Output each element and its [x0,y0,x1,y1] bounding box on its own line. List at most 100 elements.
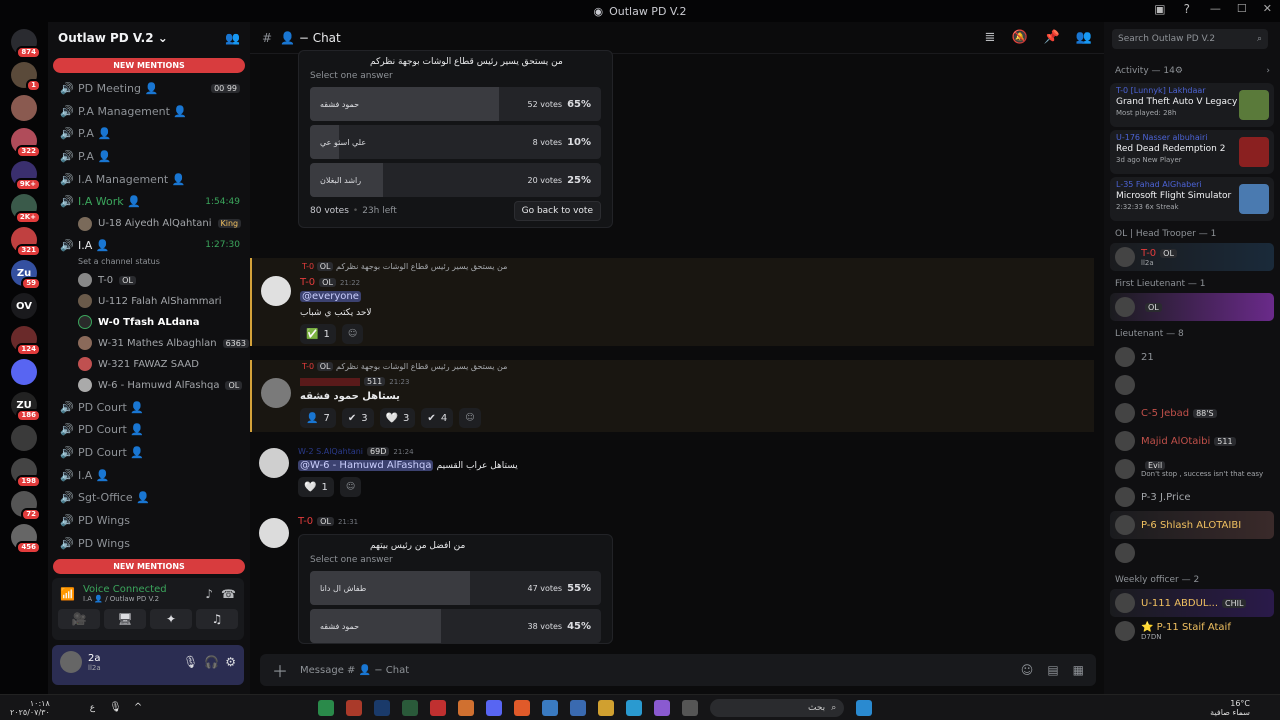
app-icon[interactable] [346,699,363,716]
reply-preview[interactable]: T-0 OL من يستحق يسير رئيس قطاع الوشات بو… [302,362,507,371]
voice-user[interactable]: W-6 - Hamuwd AlFashqa OL [48,375,250,396]
mic-tray-icon[interactable]: 🎙 [109,702,122,713]
language-indicator[interactable]: ع [90,703,95,713]
reaction[interactable]: ✔ 4 [421,408,454,428]
member-item[interactable]: ⭐ P-11 Staif Ataif D7DN [1104,617,1280,645]
poll-answer[interactable]: راشد البغلان 20 votes 25% [310,163,601,197]
voice-user[interactable]: W-0 Tfash ALdana [48,312,250,333]
guild-header[interactable]: Outlaw PD V.2 ⌄ 👥 [48,22,250,54]
member-item[interactable]: C-5 Jebad 88'S [1104,399,1280,427]
voice-user[interactable]: W-31 Mathes Albaghlan 6363 [48,333,250,354]
message-author[interactable]: W-2 S.AlQahtani 69D 21:24 [298,447,414,456]
start-icon[interactable] [856,699,873,716]
add-member-icon[interactable]: 👥 [225,31,240,45]
avatar[interactable] [261,378,291,408]
channel-item[interactable]: 🔊 P.A Management 👤 [48,100,250,123]
member-item[interactable]: 21 [1104,343,1280,371]
server-icon[interactable]: ZU 186 [11,392,41,422]
voice-user[interactable]: U-18 Aiyedh AlQahtani King [48,213,250,234]
channel-item[interactable]: 🔊 P.A 👤 [48,122,250,145]
reaction[interactable]: 👤 7 [300,408,336,428]
channel-item[interactable]: 🔊 PD Wings [48,532,250,555]
server-icon[interactable]: 1 [11,62,41,92]
activity-card[interactable]: L-35 Fahad AlGhaberi Microsoft Flight Sim… [1110,177,1274,221]
add-reaction-button[interactable]: ☺ [341,324,364,344]
voice-user[interactable]: W-321 FAWAZ SAAD [48,354,250,375]
message-input[interactable]: Message # 👤 − Chat [300,665,409,676]
server-icon[interactable]: 874 [11,29,41,59]
server-icon[interactable]: OV [11,293,37,319]
message[interactable]: T-0 OL من يستحق يسير رئيس قطاع الوشات بو… [250,258,1094,346]
server-icon[interactable]: 321 [11,227,41,257]
taskbar-search[interactable]: بحث ⌕ [710,698,845,717]
inbox-icon[interactable]: ▣ [1154,2,1165,16]
edge-icon[interactable] [626,699,643,716]
app-icon[interactable] [458,699,475,716]
add-reaction-button[interactable]: ☺ [459,408,481,428]
avatar[interactable] [261,276,291,306]
member-item[interactable] [1104,539,1280,567]
go-back-to-vote-button[interactable]: Go back to vote [513,201,601,221]
server-icon[interactable]: 124 [11,326,41,356]
message[interactable]: T-0 OL من يستحق يسير رئيس قطاع الوشات بو… [250,360,1094,432]
channel-item[interactable]: 🔊 P.A 👤 [48,145,250,168]
member-item[interactable]: T-0 OL ll2a [1110,243,1274,271]
server-icon[interactable] [11,359,37,385]
poll-answer[interactable]: طفاش ال دانا 47 votes 55% [310,571,601,605]
help-icon[interactable]: ? [1184,2,1190,16]
reply-preview[interactable]: T-0 OL من يستحق يسير رئيس قطاع الوشات بو… [302,262,507,271]
voice-user[interactable]: T-0 OL [48,270,250,291]
pin-icon[interactable]: 📌 [1044,30,1060,45]
store-icon[interactable] [570,699,587,716]
activity-card[interactable]: T-0 [Lunnyk] Lakhdaar Grand Theft Auto V … [1110,83,1274,127]
channel-ia-work[interactable]: 🔊 I.A Work 👤 1:54:49 [48,190,250,213]
server-icon[interactable]: 9K+ [11,161,41,191]
brave-icon[interactable] [514,699,531,716]
noise-icon[interactable]: ♪ [205,587,213,601]
set-channel-status[interactable]: Set a channel status [48,257,250,270]
member-item[interactable]: P-3 J.Price [1104,483,1280,511]
copilot-icon[interactable] [654,699,671,716]
server-icon[interactable] [11,95,37,121]
steam-icon[interactable] [374,699,391,716]
clock[interactable]: ١٠:١٨ ٢٠٢٥/٠٧/٣٠ [10,699,50,717]
headset-icon[interactable]: 🎧 [204,655,219,669]
screen-share-button[interactable]: 🖥 [104,609,146,629]
soundboard-button[interactable]: ♫ [196,609,238,629]
member-item[interactable]: Majid AlOtaibi 511 [1104,427,1280,455]
apps-icon[interactable]: ▦ [1073,663,1084,677]
mic-icon[interactable]: 🎙 [183,655,198,669]
activity-card[interactable]: U-176 Nasser albuhairi Red Dead Redemptio… [1110,130,1274,174]
app-icon[interactable] [682,699,699,716]
member-item[interactable] [1104,371,1280,399]
channel-item[interactable]: 🔊 PD Court 👤 [48,396,250,419]
new-mentions-banner[interactable]: NEW MENTIONS [53,58,245,73]
gif-icon[interactable]: ▤ [1047,663,1058,677]
emoji-icon[interactable]: ☺ [1021,663,1034,677]
avatar[interactable] [259,518,289,548]
message-author[interactable]: 511 21:23 [300,377,409,386]
channel-item[interactable]: 🔊 PD Court 👤 [48,419,250,442]
discord-icon[interactable] [486,699,503,716]
new-mentions-banner-bottom[interactable]: NEW MENTIONS [53,559,245,574]
arrow-tray-icon[interactable]: ^ [134,702,142,713]
avatar[interactable] [259,448,289,478]
user-avatar[interactable] [60,651,82,673]
search-input[interactable]: Search Outlaw PD V.2 ⌕ [1112,29,1268,49]
threads-icon[interactable]: ≣ [985,30,996,45]
voice-status[interactable]: Voice Connected [83,584,167,595]
message[interactable]: W-2 S.AlQahtani 69D 21:24 @W-6 - Hamuwd Al… [250,442,1094,506]
reaction[interactable]: ✔ 3 [341,408,374,428]
server-icon[interactable]: 322 [11,128,41,158]
close-button[interactable]: ✕ [1263,2,1272,15]
activity-header[interactable]: Activity — 14 ⚙ › [1104,62,1280,80]
minimize-button[interactable]: — [1210,2,1221,15]
message-author[interactable]: T-0 OL 21:31 [298,516,358,527]
server-icon[interactable]: 456 [11,524,41,554]
members-icon[interactable]: 👥 [1076,30,1092,45]
reaction[interactable]: 🤍 3 [379,408,416,428]
poll-answer[interactable]: علي اسثو عي 8 votes 10% [310,125,601,159]
poll-answer[interactable]: حمود فشقه 38 votes 45% [310,609,601,643]
message-author[interactable]: T-0 OL 21:22 [300,277,360,288]
server-icon[interactable]: 2K+ [11,194,41,224]
